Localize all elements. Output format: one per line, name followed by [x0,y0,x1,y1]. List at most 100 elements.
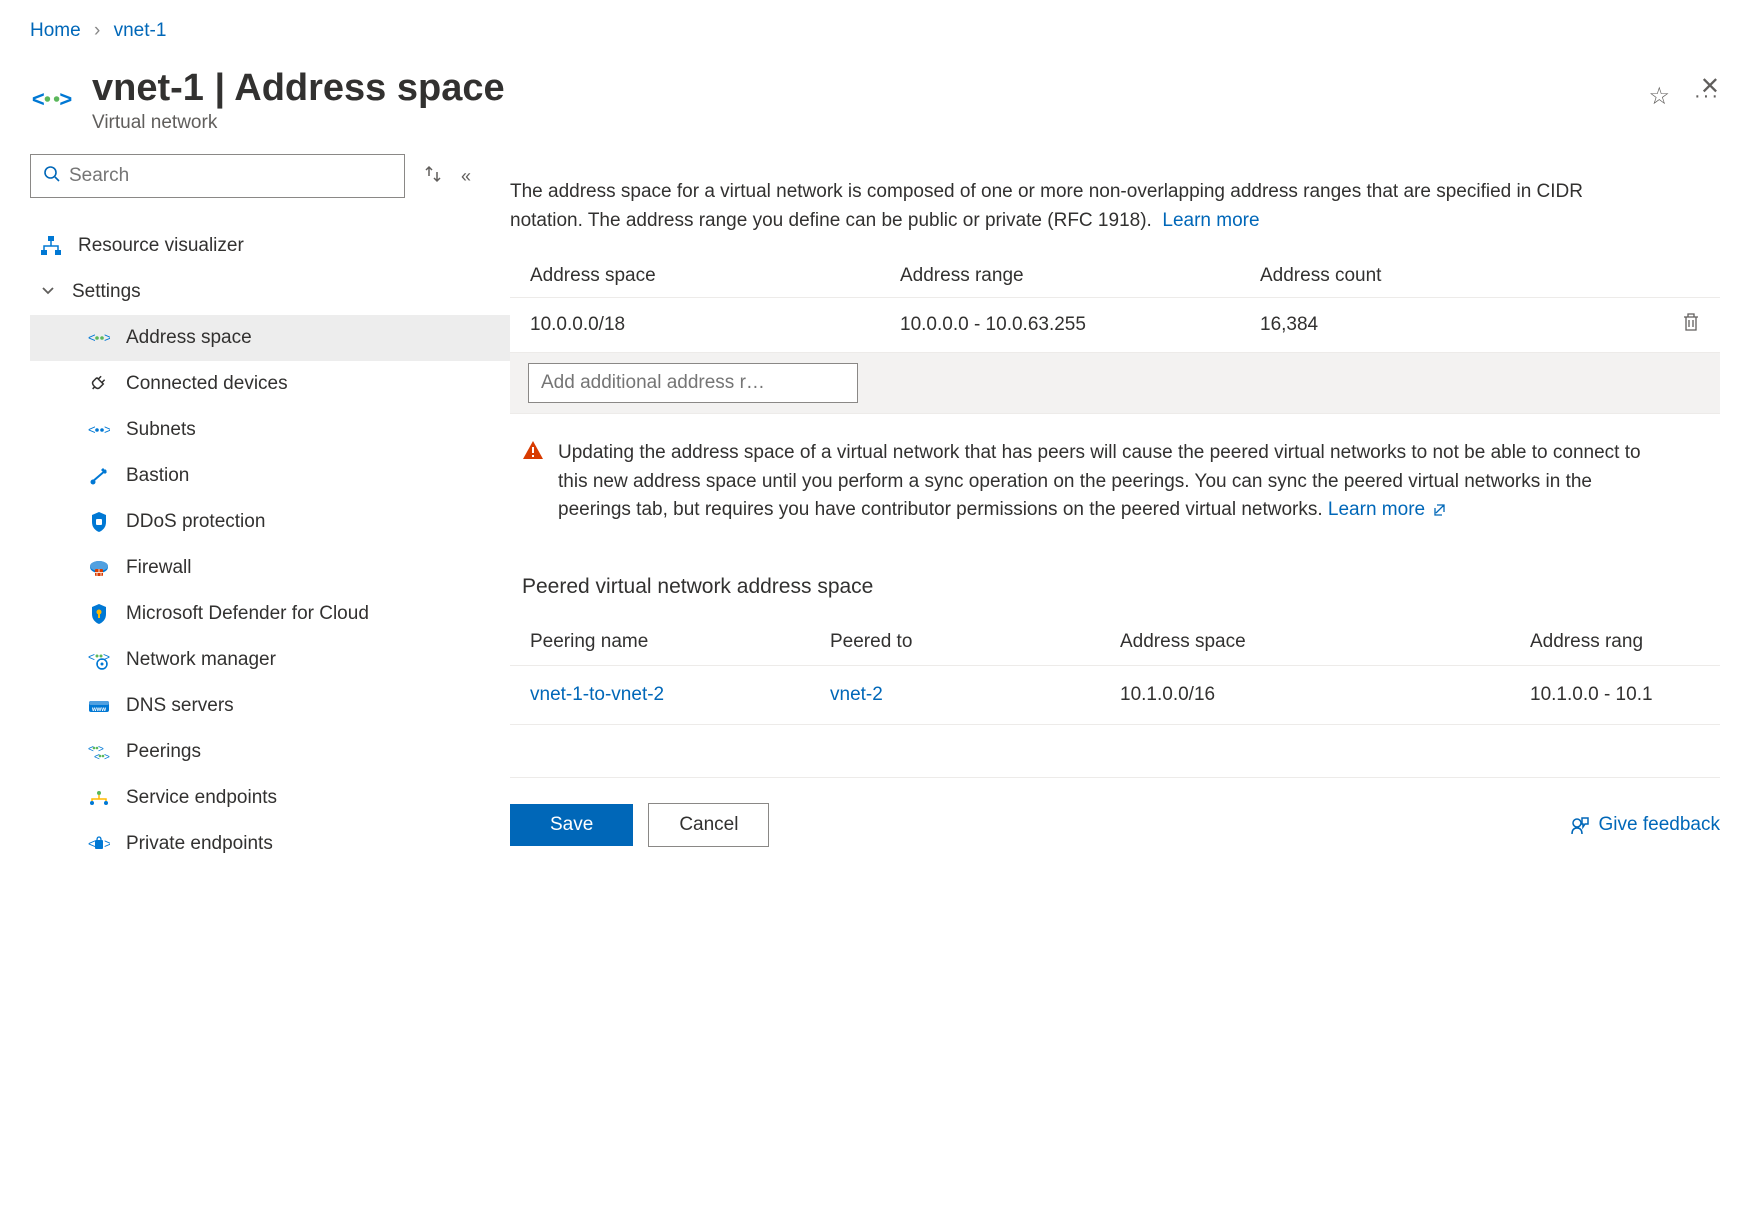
svg-text:>: > [104,331,110,345]
collapse-icon[interactable]: « [461,166,471,187]
search-box[interactable] [30,154,405,198]
peering-name-link[interactable]: vnet-1-to-vnet-2 [530,684,664,705]
col-header-range: Address range [900,265,1260,287]
col-header-count: Address count [1260,265,1660,287]
svg-text:<: < [88,331,96,345]
sidebar-item-address-space[interactable]: <> Address space [30,315,510,361]
address-space-table: Address space Address range Address coun… [510,255,1720,414]
peerings-icon: <><> [86,743,112,761]
sidebar-item-label: Microsoft Defender for Cloud [126,603,369,625]
sidebar-item-label: Resource visualizer [78,235,244,257]
subnet-icon: <> [86,423,112,437]
page-subtitle: Virtual network [92,112,1629,134]
sidebar-item-label: Connected devices [126,373,288,395]
warning-text: Updating the address space of a virtual … [558,442,1641,520]
search-icon [43,165,61,188]
sidebar-item-label: DDoS protection [126,511,265,533]
footer-bar: Save Cancel Give feedback [510,777,1720,847]
main-content: The address space for a virtual network … [510,154,1750,867]
service-endpoints-icon [86,788,112,808]
svg-text:>: > [104,752,110,761]
breadcrumb: Home › vnet-1 [0,0,1750,57]
delete-icon[interactable] [1660,312,1700,338]
learn-more-link[interactable]: Learn more [1162,210,1259,231]
sidebar-item-ddos[interactable]: DDoS protection [30,499,510,545]
svg-text:>: > [59,86,72,111]
defender-icon [86,603,112,625]
svg-text:<: < [88,836,96,851]
page-title: vnet-1 | Address space [92,67,1629,110]
dns-icon: www [86,698,112,714]
give-feedback-link[interactable]: Give feedback [1569,814,1720,836]
sidebar-item-subnets[interactable]: <> Subnets [30,407,510,453]
feedback-icon [1569,814,1591,836]
svg-text:<: < [88,650,95,664]
sidebar-section-label: Settings [72,281,141,303]
cell-space: 10.0.0.0/18 [530,314,900,336]
peer-col-space: Address space [1120,631,1530,653]
table-row: 10.0.0.0/18 10.0.0.0 - 10.0.63.255 16,38… [510,297,1720,352]
sidebar-item-label: Private endpoints [126,833,273,855]
warning-learn-more-link[interactable]: Learn more [1328,499,1447,520]
save-button[interactable]: Save [510,804,633,846]
breadcrumb-current[interactable]: vnet-1 [114,20,167,41]
chevron-down-icon [38,281,58,303]
col-header-space: Address space [530,265,900,287]
sidebar-item-firewall[interactable]: Firewall [30,545,510,591]
plug-icon [86,374,112,394]
favorite-icon[interactable]: ☆ [1649,82,1671,111]
vnet-small-icon: <> [86,331,112,345]
sort-icon[interactable] [425,165,441,188]
firewall-icon [86,559,112,577]
peer-cell-space: 10.1.0.0/16 [1120,684,1530,706]
peer-col-name: Peering name [530,631,830,653]
peer-cell-range: 10.1.0.0 - 10.1 [1530,684,1700,706]
warning-message: Updating the address space of a virtual … [510,414,1670,525]
peer-col-range: Address rang [1530,631,1700,653]
sidebar-item-label: Network manager [126,649,276,671]
warning-icon [522,439,544,525]
peer-table-row: vnet-1-to-vnet-2 vnet-2 10.1.0.0/16 10.1… [510,666,1720,725]
network-manager-icon: <> [86,650,112,670]
vnet-icon: < > [30,77,74,126]
sidebar-item-bastion[interactable]: Bastion [30,453,510,499]
sidebar-item-service-endpoints[interactable]: Service endpoints [30,775,510,821]
sidebar-item-resource-visualizer[interactable]: Resource visualizer [30,223,510,269]
svg-text:>: > [104,423,110,437]
private-endpoints-icon: <> [86,836,112,852]
sidebar-item-connected-devices[interactable]: Connected devices [30,361,510,407]
search-input[interactable] [69,165,392,187]
breadcrumb-separator: › [94,20,100,41]
sidebar-item-label: Firewall [126,557,191,579]
add-address-input[interactable] [528,363,858,403]
sidebar-item-network-manager[interactable]: <> Network manager [30,637,510,683]
sidebar-item-label: Service endpoints [126,787,277,809]
sidebar-item-label: Bastion [126,465,189,487]
bastion-icon [86,466,112,486]
sidebar-item-dns[interactable]: www DNS servers [30,683,510,729]
peer-col-to: Peered to [830,631,1120,653]
svg-text:<: < [88,423,96,437]
cell-count: 16,384 [1260,314,1660,336]
sidebar-item-private-endpoints[interactable]: <> Private endpoints [30,821,510,867]
page-header: < > vnet-1 | Address space Virtual netwo… [0,57,1750,154]
sidebar: « Resource visualizer Settings <> Addres… [0,154,510,867]
sidebar-item-label: DNS servers [126,695,234,717]
sidebar-item-label: Peerings [126,741,201,763]
svg-text:www: www [91,707,106,713]
sidebar-item-label: Address space [126,327,252,349]
peered-to-link[interactable]: vnet-2 [830,684,883,705]
sidebar-item-defender[interactable]: Microsoft Defender for Cloud [30,591,510,637]
breadcrumb-home[interactable]: Home [30,20,81,41]
topology-icon [38,235,64,257]
cancel-button[interactable]: Cancel [648,803,769,847]
peered-table: Peering name Peered to Address space Add… [510,619,1720,725]
sidebar-item-peerings[interactable]: <><> Peerings [30,729,510,775]
sidebar-section-settings[interactable]: Settings [30,269,510,315]
close-icon[interactable]: ✕ [1700,72,1720,101]
peered-section-title: Peered virtual network address space [522,575,1720,599]
svg-text:<: < [32,86,45,111]
sidebar-item-label: Subnets [126,419,196,441]
cell-range: 10.0.0.0 - 10.0.63.255 [900,314,1260,336]
shield-icon [86,511,112,533]
